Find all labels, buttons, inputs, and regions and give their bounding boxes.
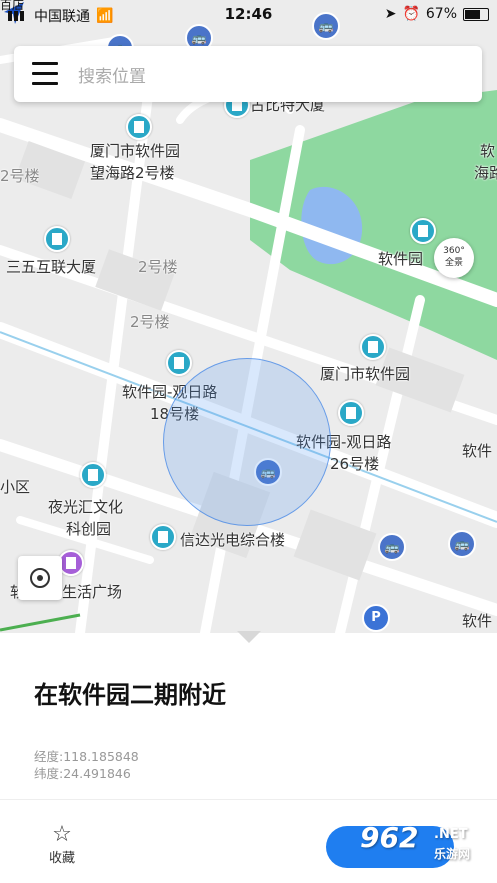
map-label-edge-right-1: 软: [480, 142, 496, 160]
building-poi-icon[interactable]: [166, 350, 192, 376]
favorite-label: 收藏: [48, 851, 75, 866]
map-label-guanri26-2: 26号楼: [330, 455, 380, 473]
watermark-logo: 962 .NET 乐游网: [360, 821, 490, 873]
divider: [0, 799, 497, 800]
map-label-xm-software-park-1: 厦门市软件园: [90, 142, 181, 160]
favorite-button[interactable]: ☆ 收藏: [42, 822, 82, 867]
bus-stop-icon[interactable]: 🚌: [448, 530, 476, 558]
map-label-edge-right-2: 海路: [474, 164, 497, 182]
map-label-yeguanghui-1: 夜光汇文化: [48, 498, 124, 516]
panorama-360-button[interactable]: 360° 全景: [434, 238, 474, 278]
map-label-bldg2-a: 2号楼: [138, 258, 178, 276]
bus-stop-icon[interactable]: 🚌: [378, 533, 406, 561]
panorama-360-sublabel: 全景: [444, 258, 463, 268]
parking-icon[interactable]: P: [362, 604, 390, 632]
place-title: 在软件园二期附近: [34, 681, 226, 709]
location-accuracy-circle: [163, 358, 331, 526]
building-poi-icon[interactable]: [360, 334, 386, 360]
star-icon: ☆: [52, 822, 72, 847]
building-poi-icon[interactable]: [44, 226, 70, 252]
building-poi-icon[interactable]: [150, 524, 176, 550]
map-label-bldg2-b: 2号楼: [130, 313, 170, 331]
building-poi-icon[interactable]: [80, 462, 106, 488]
map-label-bldg2-left: 2号楼: [0, 167, 40, 185]
watermark-brand: 962: [360, 821, 419, 854]
search-bar[interactable]: 搜索位置: [14, 46, 482, 102]
map-label-sanwu: 三五互联大厦: [6, 258, 97, 276]
map-label-edge-ruanjian: 软件: [462, 442, 493, 460]
locate-me-button[interactable]: [18, 556, 62, 600]
map-label-xinda: 信达光电综合楼: [180, 531, 286, 549]
map-label-xiaoqu: 小区: [0, 478, 31, 496]
alarm-icon: ⏰: [402, 6, 420, 22]
battery-icon: [463, 7, 489, 21]
battery-percent: 67%: [425, 6, 457, 22]
panel-collapse-caret-icon[interactable]: [237, 631, 261, 643]
battery-fill: [465, 9, 480, 19]
map-label-edge-bottom-right: 软件: [462, 612, 493, 630]
menu-icon[interactable]: [32, 62, 58, 86]
latitude-text: 纬度:24.491846: [34, 766, 131, 781]
status-bar: 百店 中国联通 📶 12:46 ➤ ⏰ 67%: [0, 0, 497, 28]
map-label-park: 软件园: [378, 250, 424, 268]
map-label-xm-software-park-2: 望海路2号楼: [90, 164, 175, 182]
panorama-360-label: 360°: [443, 246, 465, 256]
building-poi-icon[interactable]: [338, 400, 364, 426]
search-input[interactable]: 搜索位置: [78, 62, 146, 87]
map-label-life-plaza: 生活广场: [62, 583, 123, 601]
map-label-yeguanghui-2: 科创园: [66, 520, 112, 538]
building-poi-icon[interactable]: [126, 114, 152, 140]
map-label-xm-software-park: 厦门市软件园: [320, 365, 411, 383]
watermark-site: 乐游网: [434, 847, 471, 861]
watermark-net: .NET: [434, 827, 468, 842]
location-status-icon: ➤: [384, 6, 397, 22]
building-poi-icon[interactable]: [410, 218, 436, 244]
location-info-panel: 在软件园二期附近 经度:118.185848 纬度:24.491846 ☆ 收藏…: [0, 631, 497, 883]
